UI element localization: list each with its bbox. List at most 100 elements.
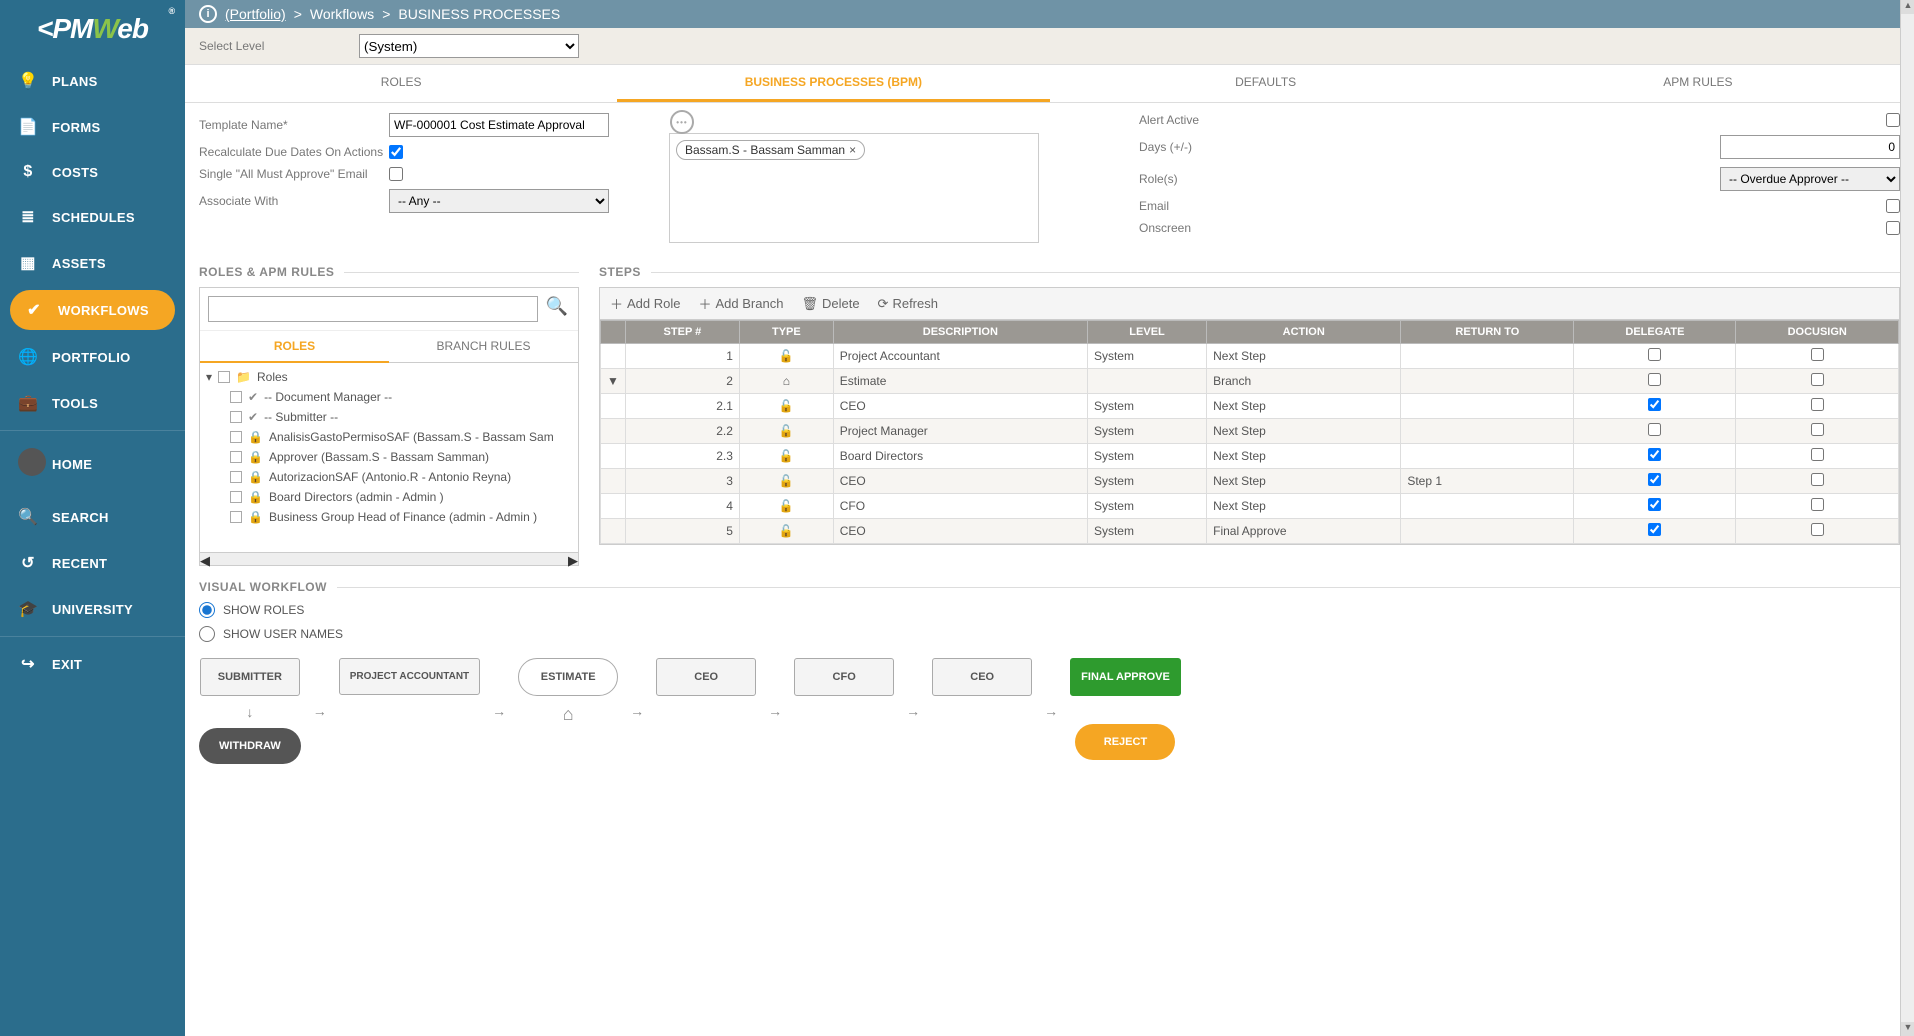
expand-icon[interactable] (601, 419, 626, 444)
del-checkbox[interactable] (1648, 373, 1661, 386)
roles-dropdown[interactable]: -- Overdue Approver -- (1720, 167, 1900, 191)
del-checkbox[interactable] (1648, 523, 1661, 536)
expand-icon[interactable] (601, 519, 626, 544)
alert-active-checkbox[interactable] (1886, 113, 1900, 127)
roles-tree[interactable]: ▾📁Roles✔-- Document Manager --✔-- Submit… (200, 363, 578, 553)
nav-forms[interactable]: 📄FORMS (0, 104, 185, 150)
tree-item[interactable]: 🔒Business Group Head of Finance (admin -… (204, 507, 574, 527)
del-checkbox[interactable] (1648, 423, 1661, 436)
del-checkbox[interactable] (1648, 398, 1661, 411)
email-checkbox[interactable] (1886, 199, 1900, 213)
nav-schedules[interactable]: ≣SCHEDULES (0, 194, 185, 240)
tree-checkbox[interactable] (230, 491, 242, 503)
step-row[interactable]: 3🔓CEOSystemNext StepStep 1 (601, 469, 1899, 494)
expand-icon[interactable] (601, 469, 626, 494)
flow-estimate[interactable]: ESTIMATE (518, 658, 618, 696)
step-row[interactable]: 2.2🔓Project ManagerSystemNext Step (601, 419, 1899, 444)
doc-checkbox[interactable] (1811, 348, 1824, 361)
info-icon[interactable]: i (199, 5, 217, 23)
step-row[interactable]: 4🔓CFOSystemNext Step (601, 494, 1899, 519)
nav-exit[interactable]: ↪EXIT (0, 641, 185, 687)
step-row[interactable]: ▼2⌂EstimateBranch (601, 369, 1899, 394)
flow-cfo[interactable]: CFO (794, 658, 894, 696)
doc-checkbox[interactable] (1811, 373, 1824, 386)
tree-item[interactable]: 🔒AutorizacionSAF (Antonio.R - Antonio Re… (204, 467, 574, 487)
del-checkbox[interactable] (1648, 348, 1661, 361)
nav-home[interactable]: HOME (0, 435, 185, 494)
doc-checkbox[interactable] (1811, 423, 1824, 436)
flow-final-approve[interactable]: FINAL APPROVE (1070, 658, 1181, 696)
more-icon[interactable]: ••• (670, 110, 694, 134)
expand-icon[interactable] (601, 444, 626, 469)
flow-submitter[interactable]: SUBMITTER (200, 658, 300, 696)
search-icon[interactable]: 🔍 (544, 296, 570, 322)
template-name-input[interactable] (389, 113, 609, 137)
tree-checkbox[interactable] (230, 431, 242, 443)
flow-project-accountant[interactable]: PROJECT ACCOUNTANT (339, 658, 480, 695)
delete-button[interactable]: 🗑Delete (801, 294, 859, 313)
flow-withdraw[interactable]: WITHDRAW (199, 728, 301, 764)
expand-icon[interactable] (601, 394, 626, 419)
nav-workflows[interactable]: ✔WORKFLOWS (10, 290, 175, 330)
step-row[interactable]: 1🔓Project AccountantSystemNext Step (601, 344, 1899, 369)
nav-tools[interactable]: 💼TOOLS (0, 380, 185, 426)
del-checkbox[interactable] (1648, 473, 1661, 486)
tree-item[interactable]: 🔒AnalisisGastoPermisoSAF (Bassam.S - Bas… (204, 427, 574, 447)
tab-apm-rules[interactable]: APM RULES (1482, 65, 1914, 102)
breadcrumb-portfolio[interactable]: (Portfolio) (225, 6, 286, 22)
roles-search-input[interactable] (208, 296, 538, 322)
nav-recent[interactable]: ↺RECENT (0, 540, 185, 586)
doc-checkbox[interactable] (1811, 523, 1824, 536)
flow-ceo-1[interactable]: CEO (656, 658, 756, 696)
step-row[interactable]: 2.3🔓Board DirectorsSystemNext Step (601, 444, 1899, 469)
tree-root[interactable]: ▾📁Roles (204, 367, 574, 387)
roles-tab-branch-rules[interactable]: BRANCH RULES (389, 331, 578, 363)
step-row[interactable]: 5🔓CEOSystemFinal Approve (601, 519, 1899, 544)
tree-item[interactable]: 🔒Board Directors (admin - Admin ) (204, 487, 574, 507)
add-branch-button[interactable]: ＋Add Branch (699, 294, 784, 313)
onscreen-checkbox[interactable] (1886, 221, 1900, 235)
page-scrollbar[interactable]: ▲ ▼ (1900, 0, 1914, 1036)
nav-costs[interactable]: $COSTS (0, 150, 185, 194)
tag-remove-icon[interactable]: × (849, 143, 856, 157)
nav-plans[interactable]: 💡PLANS (0, 58, 185, 104)
del-checkbox[interactable] (1648, 498, 1661, 511)
tab-business-processes-bpm-[interactable]: BUSINESS PROCESSES (BPM) (617, 65, 1049, 102)
nav-assets[interactable]: ▦ASSETS (0, 240, 185, 286)
nav-search[interactable]: 🔍SEARCH (0, 494, 185, 540)
expand-icon[interactable]: ▼ (601, 369, 626, 394)
tree-checkbox[interactable] (230, 451, 242, 463)
doc-checkbox[interactable] (1811, 473, 1824, 486)
roles-tab-roles[interactable]: ROLES (200, 331, 389, 363)
show-roles-radio[interactable]: SHOW ROLES (199, 602, 1900, 618)
doc-checkbox[interactable] (1811, 398, 1824, 411)
single-email-checkbox[interactable] (389, 167, 403, 181)
nav-university[interactable]: 🎓UNIVERSITY (0, 586, 185, 632)
select-level-dropdown[interactable]: (System) (359, 34, 579, 58)
associate-dropdown[interactable]: -- Any -- (389, 189, 609, 213)
del-checkbox[interactable] (1648, 448, 1661, 461)
flow-reject[interactable]: REJECT (1075, 724, 1175, 760)
tree-item[interactable]: 🔒Approver (Bassam.S - Bassam Samman) (204, 447, 574, 467)
show-users-radio[interactable]: SHOW USER NAMES (199, 626, 1900, 642)
add-role-button[interactable]: ＋Add Role (610, 294, 681, 313)
users-tag-area[interactable]: ••• Bassam.S - Bassam Samman× (669, 133, 1039, 243)
recalc-checkbox[interactable] (389, 145, 403, 159)
expand-icon[interactable] (601, 344, 626, 369)
expand-icon[interactable] (601, 494, 626, 519)
nav-portfolio[interactable]: 🌐PORTFOLIO (0, 334, 185, 380)
days-input[interactable] (1720, 135, 1900, 159)
refresh-button[interactable]: ⟳Refresh (878, 294, 938, 313)
tab-defaults[interactable]: DEFAULTS (1050, 65, 1482, 102)
step-row[interactable]: 2.1🔓CEOSystemNext Step (601, 394, 1899, 419)
tree-checkbox[interactable] (230, 411, 242, 423)
tree-item[interactable]: ✔-- Submitter -- (204, 407, 574, 427)
tree-checkbox[interactable] (230, 511, 242, 523)
doc-checkbox[interactable] (1811, 498, 1824, 511)
tree-checkbox[interactable] (230, 391, 242, 403)
flow-ceo-2[interactable]: CEO (932, 658, 1032, 696)
tree-scrollbar[interactable]: ◀▶ (200, 553, 578, 565)
tree-item[interactable]: ✔-- Document Manager -- (204, 387, 574, 407)
doc-checkbox[interactable] (1811, 448, 1824, 461)
tab-roles[interactable]: ROLES (185, 65, 617, 102)
